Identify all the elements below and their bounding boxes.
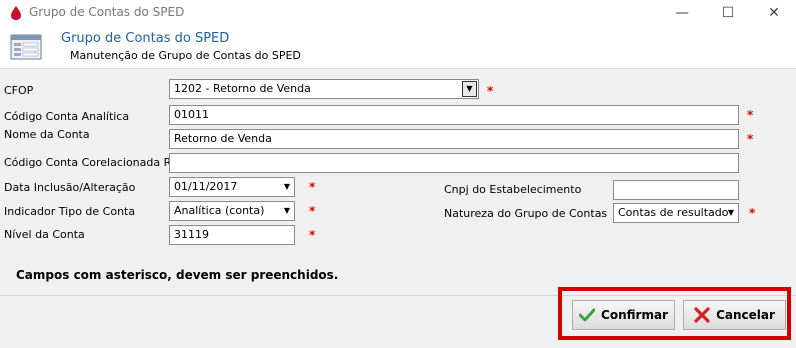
nome-da-conta-input[interactable]: Retorno de Venda: [169, 129, 739, 149]
required-mark: *: [749, 206, 756, 220]
chevron-down-icon[interactable]: ▼: [728, 206, 734, 220]
chevron-down-icon[interactable]: ▼: [284, 204, 290, 218]
codigo-conta-analitica-value: 01011: [174, 108, 209, 121]
form-header: Grupo de Contas do SPED Manutenção de Gr…: [0, 26, 796, 69]
close-icon: ✕: [768, 5, 780, 21]
indicador-tipo-value: Analítica (conta): [174, 204, 265, 217]
required-mark: *: [309, 180, 316, 194]
nome-da-conta-label: Nome da Conta: [4, 128, 90, 141]
blood-drop-icon: [11, 6, 21, 20]
close-button[interactable]: ✕: [751, 0, 796, 26]
indicador-tipo-select[interactable]: Analítica (conta) ▼: [169, 201, 295, 221]
nivel-conta-input[interactable]: 31119: [169, 225, 295, 245]
codigo-conta-corelacionada-input[interactable]: [169, 153, 739, 173]
required-mark: *: [309, 228, 316, 242]
minimize-icon: —: [675, 5, 689, 21]
data-inclusao-label: Data Inclusão/Alteração: [4, 181, 136, 194]
maximize-icon: ☐: [721, 5, 735, 21]
required-fields-note: Campos com asterisco, devem ser preenchi…: [16, 268, 339, 282]
minimize-button[interactable]: —: [659, 0, 705, 26]
maximize-button[interactable]: ☐: [705, 0, 751, 26]
cnpj-label: Cnpj do Estabelecimento: [444, 183, 582, 196]
form-window-icon: [10, 34, 42, 60]
indicador-tipo-label: Indicador Tipo de Conta: [4, 205, 136, 218]
nivel-conta-value: 31119: [174, 228, 209, 241]
buttons-highlight-box: [558, 287, 791, 340]
cfop-value: 1202 - Retorno de Venda: [174, 82, 311, 95]
required-mark: *: [487, 84, 494, 98]
codigo-conta-analitica-label: Código Conta Analítica: [4, 110, 130, 123]
header-subtitle: Manutenção de Grupo de Contas do SPED: [70, 49, 301, 62]
data-inclusao-value: 01/11/2017: [174, 180, 238, 193]
title-bar: Grupo de Contas do SPED — ☐ ✕: [0, 0, 796, 26]
window-title: Grupo de Contas do SPED: [29, 5, 185, 19]
cfop-label: CFOP: [4, 84, 34, 97]
header-title: Grupo de Contas do SPED: [61, 31, 230, 46]
codigo-conta-corelacionada-label: Código Conta Corelacionada RFB: [4, 156, 186, 169]
chevron-down-icon[interactable]: ▼: [284, 180, 290, 194]
cnpj-input[interactable]: [613, 180, 739, 200]
natureza-select[interactable]: Contas de resultado ▼: [613, 203, 739, 223]
codigo-conta-analitica-input[interactable]: 01011: [169, 105, 739, 125]
data-inclusao-date-picker[interactable]: 01/11/2017 ▼: [169, 177, 295, 197]
nome-da-conta-value: Retorno de Venda: [174, 132, 272, 145]
natureza-label: Natureza do Grupo de Contas: [444, 207, 608, 220]
natureza-value: Contas de resultado: [618, 206, 729, 219]
required-mark: *: [747, 108, 754, 122]
required-mark: *: [747, 132, 754, 146]
cfop-select[interactable]: 1202 - Retorno de Venda ▼: [169, 79, 479, 99]
required-mark: *: [309, 204, 316, 218]
nivel-conta-label: Nível da Conta: [4, 228, 85, 241]
chevron-down-icon[interactable]: ▼: [462, 81, 477, 97]
